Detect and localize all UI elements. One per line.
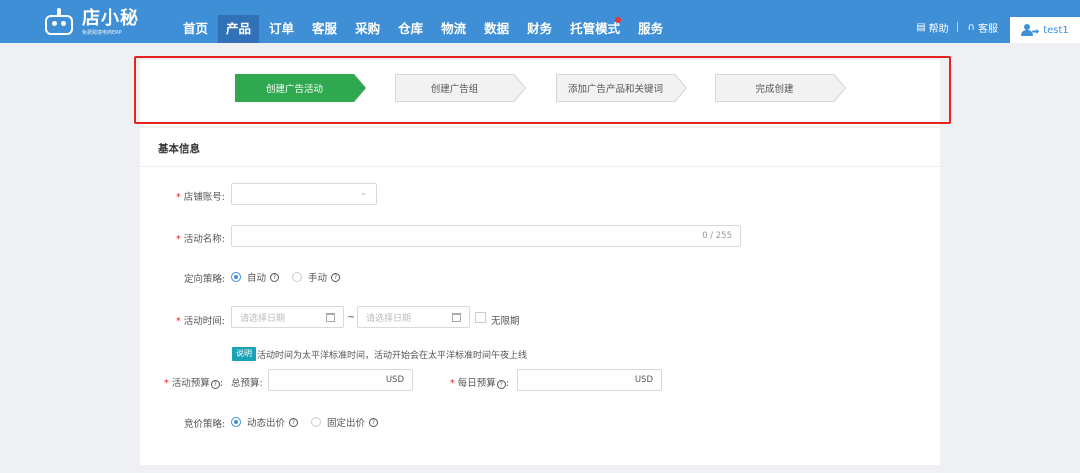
nav-item-warehouse[interactable]: 仓库 — [390, 15, 431, 43]
nav-item-customer-service[interactable]: 客服 — [304, 15, 345, 43]
user-switch-icon — [1021, 24, 1040, 36]
help-icon[interactable]: ? — [369, 417, 379, 427]
bid-fixed-radio[interactable]: 固定出价 ? — [311, 415, 379, 429]
service-link[interactable]: ∩ 客服 — [968, 17, 998, 37]
campaign-time-label: * 活动时间: — [176, 313, 225, 327]
main-nav: 首页 产品 订单 客服 采购 仓库 物流 数据 财务 托管模式 服务 — [175, 15, 673, 43]
notification-dot — [615, 17, 622, 23]
nav-item-products[interactable]: 产品 — [218, 15, 260, 43]
date-range-separator: ~ — [347, 312, 355, 323]
strategy-auto-label: 自动 — [247, 273, 267, 284]
total-budget-label: 总预算: — [231, 378, 263, 389]
logo-name: 店小秘 — [82, 7, 139, 29]
label-colon: : — [219, 378, 223, 389]
top-nav-bar: 店小秘 免费跨境电商ERP 首页 产品 订单 客服 采购 仓库 物流 数据 财务… — [0, 0, 1080, 43]
chevron-down-icon: ⌄ — [360, 188, 367, 197]
daily-budget-input[interactable]: USD — [517, 369, 662, 391]
nav-item-orders[interactable]: 订单 — [261, 15, 302, 43]
help-icon[interactable]: ? — [331, 272, 341, 282]
currency-unit: USD — [385, 375, 404, 385]
daily-budget-label-text: 每日预算 — [457, 378, 496, 389]
logo-subtitle: 免费跨境电商ERP — [82, 29, 122, 36]
help-label: 帮助 — [928, 23, 949, 35]
start-date-input[interactable]: 请选择日期 — [231, 306, 344, 328]
store-account-label: * 店铺账号: — [176, 189, 225, 203]
campaign-name-label-text: 活动名称: — [183, 234, 225, 245]
top-right-actions: ▤ 帮助 ∩ 客服 test1 — [916, 17, 1080, 43]
required-mark: * — [450, 378, 455, 389]
store-account-select[interactable]: ⌄ — [231, 183, 377, 205]
help-icon[interactable]: ? — [496, 380, 506, 389]
required-mark: * — [176, 316, 181, 327]
nav-item-hosting-mode[interactable]: 托管模式 — [562, 15, 628, 43]
book-icon: ▤ — [916, 21, 926, 33]
user-menu[interactable]: test1 — [1010, 17, 1080, 43]
end-date-input[interactable]: 请选择日期 — [357, 306, 470, 328]
campaign-time-label-text: 活动时间: — [183, 316, 225, 327]
service-label: 客服 — [978, 23, 998, 35]
nav-item-services[interactable]: 服务 — [630, 15, 671, 43]
section-divider — [140, 166, 940, 167]
no-end-date-label: 无限期 — [491, 316, 520, 327]
campaign-budget-label-text: 活动预算 — [171, 378, 210, 389]
nav-item-logistics[interactable]: 物流 — [433, 15, 474, 43]
strategy-auto-radio[interactable]: 自动 ? — [231, 270, 280, 284]
required-mark: * — [176, 192, 181, 203]
bid-dynamic-radio[interactable]: 动态出价 ? — [231, 415, 299, 429]
nav-item-data[interactable]: 数据 — [476, 15, 517, 43]
store-account-label-text: 店铺账号: — [183, 192, 225, 203]
nav-item-purchasing[interactable]: 采购 — [347, 15, 388, 43]
calendar-icon — [452, 313, 461, 322]
robot-logo-icon — [42, 7, 76, 37]
bid-fixed-label: 固定出价 — [327, 418, 366, 429]
radio-dot — [231, 417, 241, 427]
radio-dot — [292, 272, 302, 282]
total-budget-input[interactable]: USD — [268, 369, 413, 391]
help-icon[interactable]: ? — [289, 417, 299, 427]
no-end-date-checkbox[interactable] — [475, 312, 486, 323]
campaign-name-input[interactable]: 0 / 255 — [231, 225, 741, 247]
label-colon: : — [505, 378, 509, 389]
daily-budget-label: * 每日预算?: — [450, 375, 509, 389]
currency-unit: USD — [634, 375, 653, 385]
end-date-placeholder: 请选择日期 — [366, 313, 412, 324]
logo[interactable]: 店小秘 免费跨境电商ERP — [42, 6, 139, 38]
headset-icon: ∩ — [967, 21, 975, 33]
nav-item-home[interactable]: 首页 — [175, 15, 216, 43]
bidding-strategy-label: 竞价策略: — [184, 419, 226, 430]
nav-item-finance[interactable]: 财务 — [519, 15, 560, 43]
campaign-budget-label: * 活动预算?: — [164, 375, 223, 389]
strategy-manual-label: 手动 — [308, 273, 328, 284]
strategy-manual-radio[interactable]: 手动 ? — [292, 270, 341, 284]
info-badge: 说明 — [232, 347, 256, 361]
help-link[interactable]: ▤ 帮助 — [916, 17, 948, 37]
campaign-name-label: * 活动名称: — [176, 231, 225, 245]
start-date-placeholder: 请选择日期 — [240, 313, 286, 324]
required-mark: * — [176, 234, 181, 245]
highlight-frame — [134, 56, 951, 124]
radio-dot — [311, 417, 321, 427]
char-counter: 0 / 255 — [702, 231, 732, 241]
bid-dynamic-label: 动态出价 — [247, 418, 286, 429]
help-icon[interactable]: ? — [270, 272, 280, 282]
nav-item-hosting-mode-label: 托管模式 — [570, 21, 621, 36]
divider — [956, 22, 958, 32]
time-note: 活动时间为太平洋标准时间，活动开始会在太平洋标准时间午夜上线 — [257, 351, 528, 361]
user-name: test1 — [1043, 24, 1069, 36]
help-icon[interactable]: ? — [210, 380, 220, 389]
section-title: 基本信息 — [158, 143, 200, 155]
targeting-strategy-label: 定向策略: — [184, 274, 226, 285]
radio-dot — [231, 272, 241, 282]
required-mark: * — [164, 378, 169, 389]
calendar-icon — [326, 313, 335, 322]
